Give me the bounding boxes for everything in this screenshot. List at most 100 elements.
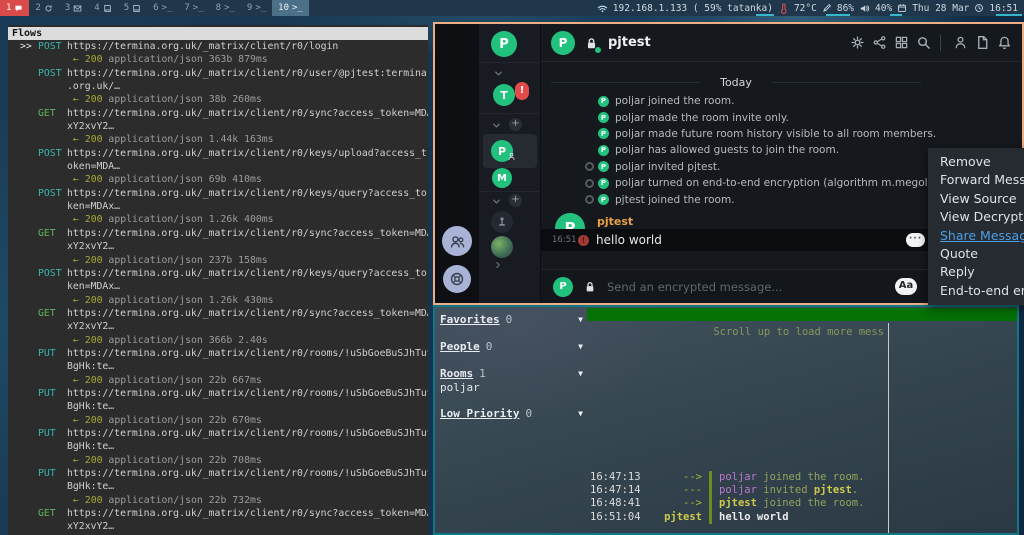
flow-url: https://termina.org.uk/_matrix/client/r0… [67,348,428,359]
http-method: GET [38,507,56,520]
workspace-6[interactable]: 6>_ [147,0,178,16]
collapse-triangle-icon[interactable]: ▼ [578,342,583,351]
search-icon[interactable] [916,35,931,50]
menu-item-quote[interactable]: Quote [928,245,1024,263]
flow-row[interactable]: POSThttps://termina.org.uk/_matrix/clien… [8,67,428,80]
settings-gear-icon[interactable] [850,35,865,50]
volume: 40% [875,3,892,14]
flow-row[interactable]: PUThttps://termina.org.uk/_matrix/client… [8,467,428,480]
status-code: 200 [85,375,103,386]
flow-url-cont: xY2xvY2… [8,240,428,253]
response-meta: application/json 22b 670ms [108,415,261,426]
response-meta: application/json 1.44k 163ms [108,134,273,145]
mitmproxy-window: Flows >>POSThttps://termina.org.uk/_matr… [8,25,428,535]
chevron-down-icon[interactable] [491,196,502,207]
log-line: 16:51:04pjtesthello world [587,511,1017,524]
format-button[interactable]: Aa [895,278,917,295]
rooms-grid-icon[interactable] [894,35,909,50]
workspace-3[interactable]: 3 [59,0,88,16]
flow-row[interactable]: GEThttps://termina.org.uk/_matrix/client… [8,227,428,240]
divider [479,191,540,192]
day-divider: Today [541,76,931,89]
workspace-7[interactable]: 7>_ [178,0,209,16]
book-icon [132,4,141,13]
flow-row[interactable]: POSThttps://termina.org.uk/_matrix/clien… [8,267,428,280]
flow-row[interactable]: >>POSThttps://termina.org.uk/_matrix/cli… [8,40,428,53]
room-avatar-t[interactable]: T [493,84,515,106]
response-arrow: ← [73,375,79,386]
chevron-down-icon[interactable] [491,120,502,131]
buffer-group-low-priority[interactable]: Low Priority0▼ [440,407,583,420]
notifications-bell-icon[interactable] [997,35,1012,50]
buffer-group-people[interactable]: People0▼ [440,340,583,353]
collapse-triangle-icon[interactable]: ▼ [578,315,583,324]
message-options-button[interactable]: ··· [906,233,925,247]
flow-response: ← 200 application/json 237b 158ms [8,254,428,267]
flow-row[interactable]: GEThttps://termina.org.uk/_matrix/client… [8,307,428,320]
add-room-button[interactable]: + [509,194,522,207]
room-avatar-m[interactable]: M [492,168,512,188]
workspace-10[interactable]: 10>_ [272,0,309,16]
workspace-5[interactable]: 5 [118,0,147,16]
flow-row[interactable]: POSThttps://termina.org.uk/_matrix/clien… [8,187,428,200]
add-room-button[interactable]: + [509,118,522,131]
http-method: PUT [38,387,56,400]
menu-item-remove[interactable]: Remove [928,153,1024,171]
menu-item-view-source[interactable]: View Source [928,190,1024,208]
menu-item-e2e[interactable]: End-to-end encry [928,282,1024,300]
bar-accent [996,14,1022,16]
weechat-title-bar [587,308,1017,321]
chevron-right-icon[interactable] [493,260,503,270]
workspace-number: 10 [278,3,289,13]
buffer-item-poljar[interactable]: poljar [440,381,480,394]
files-icon[interactable] [975,35,990,50]
response-arrow: ← [73,415,79,426]
workspace-4[interactable]: 4 [88,0,117,16]
group-label: People [440,340,480,353]
workspace-2[interactable]: 2 [29,0,58,16]
status-code: 200 [85,134,103,145]
menu-item-view-decrypted[interactable]: View Decrypted S [928,208,1024,226]
flow-response: ← 200 application/json 1.26k 400ms [8,213,428,226]
collapse-triangle-icon[interactable]: ▼ [578,409,583,418]
thermometer-icon [778,3,789,14]
sender-name: pjtest [597,215,633,228]
collapse-triangle-icon[interactable]: ▼ [578,369,583,378]
menu-item-share-message[interactable]: Share Message [928,227,1024,245]
menu-item-forward[interactable]: Forward Message [928,171,1024,189]
flow-row[interactable]: PUT https://termina.org.uk/_matrix/client… [8,347,428,360]
workspace-number: 4 [94,3,99,13]
flow-row[interactable]: GEThttps://termina.org.uk/_matrix/client… [8,107,428,120]
day-divider-label: Today [720,76,752,89]
state-event: Ppoljar joined the room. [541,93,1022,109]
flow-row[interactable]: GEThttps://termina.org.uk/_matrix/client… [8,507,428,520]
flow-row[interactable]: PUThttps://termina.org.uk/_matrix/client… [8,427,428,440]
room-avatar[interactable]: P [551,31,575,55]
account-avatar[interactable]: P [491,31,517,57]
workspace-number: 2 [35,3,40,13]
members-icon[interactable] [953,35,968,50]
help-button[interactable] [443,265,471,293]
workspace-9[interactable]: 9>_ [241,0,272,16]
flow-row[interactable]: PUThttps://termina.org.uk/_matrix/client… [8,387,428,400]
composer-placeholder[interactable]: Send an encrypted message... [607,280,782,294]
flow-row[interactable]: POSThttps://termina.org.uk/_matrix/clien… [8,147,428,160]
workspace-1[interactable]: 1 [0,0,29,16]
response-meta: application/json 237b 158ms [108,255,267,266]
flow-response: ← 200 application/json 363b 879ms [8,53,428,66]
buffer-group-favorites[interactable]: Favorites0▼ [440,313,583,326]
share-icon[interactable] [872,35,887,50]
desktop: 1 2 3 4 5 6>_ 7>_ 8>_ 9>_ 10>_ 192.168.1… [0,0,1024,535]
header-separator [940,35,941,51]
buffer-group-rooms[interactable]: Rooms1▼ [440,367,583,380]
response-meta: application/json 22b 708ms [108,455,261,466]
message-context-menu: Remove Forward Message View Source View … [928,148,1024,305]
message-row[interactable]: 16:51 ! hello world ··· [541,229,931,251]
menu-item-reply[interactable]: Reply [928,263,1024,281]
room-avatar-joystick[interactable] [491,211,513,233]
members-button[interactable] [442,226,472,256]
http-method: PUT [38,347,56,360]
chevron-down-icon[interactable] [493,68,504,79]
room-avatar-earth[interactable] [491,236,513,258]
workspace-8[interactable]: 8>_ [210,0,241,16]
